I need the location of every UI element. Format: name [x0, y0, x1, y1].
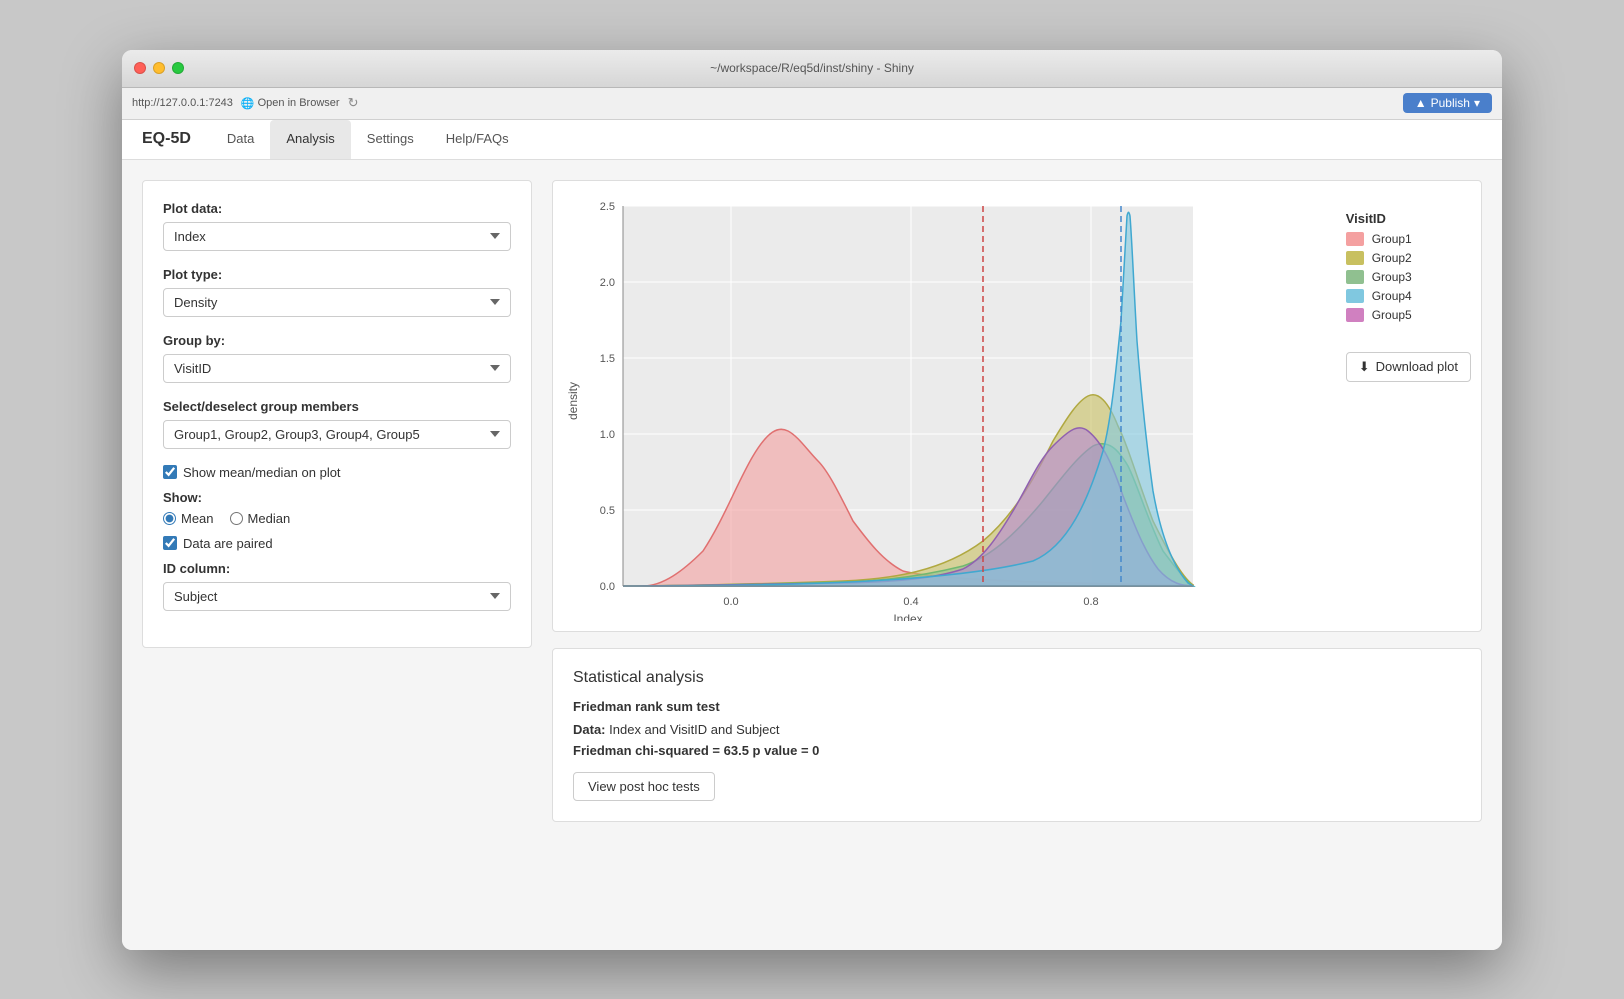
download-icon: ⬇ — [1359, 359, 1370, 375]
plot-data-label: Plot data: — [163, 201, 511, 216]
show-mean-median-checkbox[interactable] — [163, 465, 177, 479]
traffic-lights — [134, 62, 184, 74]
svg-text:0.5: 0.5 — [600, 505, 615, 517]
svg-text:0.0: 0.0 — [600, 581, 615, 593]
open-in-browser-button[interactable]: 🌐 Open in Browser — [241, 97, 340, 110]
stat-box: Statistical analysis Friedman rank sum t… — [552, 648, 1482, 822]
svg-text:0.0: 0.0 — [723, 596, 738, 608]
legend-title: VisitID — [1346, 211, 1471, 226]
show-mean-median-checkbox-label[interactable]: Show mean/median on plot — [163, 465, 511, 480]
right-content: 0.0 0.5 1.0 1.5 2.0 2.5 density 0.0 0.4 … — [552, 180, 1482, 930]
download-plot-button[interactable]: ⬇ Download plot — [1346, 352, 1471, 382]
view-post-hoc-button[interactable]: View post hoc tests — [573, 772, 715, 801]
list-item: Group3 — [1346, 270, 1471, 284]
legend: VisitID Group1 Group2 — [1346, 211, 1471, 322]
legend-color-group3 — [1346, 270, 1364, 284]
nav-tabs: Data Analysis Settings Help/FAQs — [211, 120, 525, 159]
tab-data[interactable]: Data — [211, 120, 270, 159]
svg-text:1.0: 1.0 — [600, 429, 615, 441]
globe-icon: 🌐 — [241, 97, 255, 110]
svg-text:2.5: 2.5 — [600, 201, 615, 213]
close-button[interactable] — [134, 62, 146, 74]
plot-data-group: Plot data: Index VAS Dimension — [163, 201, 511, 251]
maximize-button[interactable] — [172, 62, 184, 74]
url-display: http://127.0.0.1:7243 — [132, 97, 233, 109]
stat-equation: Friedman chi-squared = 63.5 p value = 0 — [573, 743, 1461, 758]
plot-area: 0.0 0.5 1.0 1.5 2.0 2.5 density 0.0 0.4 … — [552, 180, 1482, 632]
group-members-group: Select/deselect group members Group1, Gr… — [163, 399, 511, 449]
legend-label-group5: Group5 — [1372, 308, 1412, 322]
tab-analysis[interactable]: Analysis — [270, 120, 350, 159]
publish-icon: ▲ — [1415, 96, 1427, 110]
mean-radio[interactable] — [163, 512, 176, 525]
show-radio-group: Mean Median — [163, 511, 511, 526]
mean-radio-label[interactable]: Mean — [163, 511, 214, 526]
id-column-label: ID column: — [163, 561, 511, 576]
stat-test-name: Friedman rank sum test — [573, 699, 1461, 714]
left-panel: Plot data: Index VAS Dimension Plot type… — [142, 180, 532, 930]
legend-label-group4: Group4 — [1372, 289, 1412, 303]
list-item: Group5 — [1346, 308, 1471, 322]
brand-label: EQ-5D — [142, 130, 191, 148]
stat-title: Statistical analysis — [573, 669, 1461, 687]
plot-data-select[interactable]: Index VAS Dimension — [163, 222, 511, 251]
show-label: Show: — [163, 490, 511, 505]
list-item: Group4 — [1346, 289, 1471, 303]
group-by-group: Group by: VisitID Gender Age — [163, 333, 511, 383]
browser-bar: http://127.0.0.1:7243 🌐 Open in Browser … — [122, 88, 1502, 120]
list-item: Group1 — [1346, 232, 1471, 246]
publish-button[interactable]: ▲ Publish ▾ — [1403, 93, 1492, 113]
group-members-label: Select/deselect group members — [163, 399, 511, 414]
reload-button[interactable]: ↻ — [348, 95, 359, 111]
plot-type-label: Plot type: — [163, 267, 511, 282]
group-by-label: Group by: — [163, 333, 511, 348]
median-radio[interactable] — [230, 512, 243, 525]
id-column-select[interactable]: Subject — [163, 582, 511, 611]
list-item: Group2 — [1346, 251, 1471, 265]
stat-data-value: Index and VisitID and Subject — [609, 722, 779, 737]
legend-color-group1 — [1346, 232, 1364, 246]
data-paired-checkbox[interactable] — [163, 536, 177, 550]
id-column-group: ID column: Subject — [163, 561, 511, 611]
density-chart: 0.0 0.5 1.0 1.5 2.0 2.5 density 0.0 0.4 … — [563, 191, 1243, 621]
plot-type-group: Plot type: Density Boxplot Histogram — [163, 267, 511, 317]
legend-color-group5 — [1346, 308, 1364, 322]
group-by-select[interactable]: VisitID Gender Age — [163, 354, 511, 383]
main-content: Plot data: Index VAS Dimension Plot type… — [122, 160, 1502, 950]
legend-label-group3: Group3 — [1372, 270, 1412, 284]
legend-label-group2: Group2 — [1372, 251, 1412, 265]
navbar: EQ-5D Data Analysis Settings Help/FAQs — [122, 120, 1502, 160]
legend-color-group2 — [1346, 251, 1364, 265]
tab-help[interactable]: Help/FAQs — [430, 120, 525, 159]
window-title: ~/workspace/R/eq5d/inst/shiny - Shiny — [710, 61, 914, 75]
legend-color-group4 — [1346, 289, 1364, 303]
chevron-down-icon: ▾ — [1474, 96, 1480, 110]
data-paired-checkbox-label[interactable]: Data are paired — [163, 536, 511, 551]
legend-items: Group1 Group2 Group3 — [1346, 232, 1471, 322]
stat-data-label: Data: — [573, 722, 606, 737]
svg-text:0.4: 0.4 — [903, 596, 918, 608]
controls-panel: Plot data: Index VAS Dimension Plot type… — [142, 180, 532, 648]
tab-settings[interactable]: Settings — [351, 120, 430, 159]
chart-wrap: 0.0 0.5 1.0 1.5 2.0 2.5 density 0.0 0.4 … — [563, 191, 1336, 621]
app-window: ~/workspace/R/eq5d/inst/shiny - Shiny ht… — [122, 50, 1502, 950]
legend-label-group1: Group1 — [1372, 232, 1412, 246]
svg-text:Index: Index — [893, 612, 922, 621]
svg-text:2.0: 2.0 — [600, 277, 615, 289]
svg-text:1.5: 1.5 — [600, 353, 615, 365]
median-radio-label[interactable]: Median — [230, 511, 291, 526]
minimize-button[interactable] — [153, 62, 165, 74]
svg-text:density: density — [566, 381, 580, 419]
svg-text:0.8: 0.8 — [1083, 596, 1098, 608]
plot-type-select[interactable]: Density Boxplot Histogram — [163, 288, 511, 317]
group-members-select[interactable]: Group1, Group2, Group3, Group4, Group5 — [163, 420, 511, 449]
titlebar: ~/workspace/R/eq5d/inst/shiny - Shiny — [122, 50, 1502, 88]
plot-container: 0.0 0.5 1.0 1.5 2.0 2.5 density 0.0 0.4 … — [563, 191, 1471, 621]
chart-legend-area: VisitID Group1 Group2 — [1346, 191, 1471, 382]
stat-data-text: Data: Index and VisitID and Subject — [573, 722, 1461, 737]
